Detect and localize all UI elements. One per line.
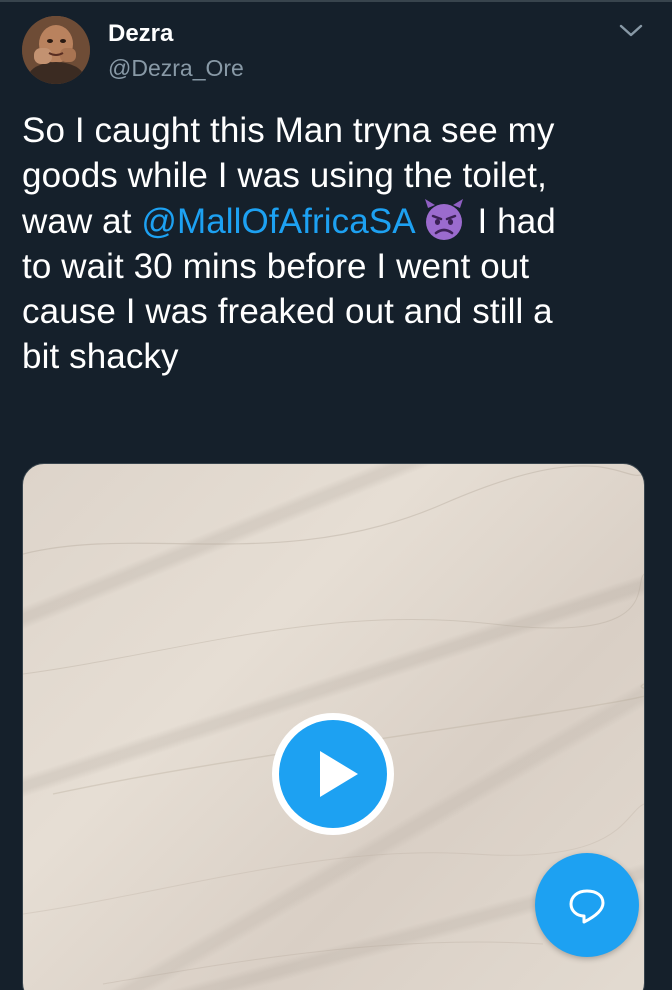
play-icon[interactable] — [270, 711, 396, 837]
author-name[interactable]: Dezra — [108, 20, 173, 48]
tweet-line: So I caught this Man tryna see my — [22, 111, 555, 150]
tweet-line-text: I had — [467, 202, 556, 241]
angry-devil-emoji — [422, 198, 466, 242]
avatar-image — [22, 16, 90, 84]
mention-link[interactable]: @MallOfAfricaSA — [141, 202, 415, 241]
tweet-line-text: waw at — [22, 202, 142, 241]
tweet-line: to wait 30 mins before I went out — [22, 247, 530, 286]
tweet-text: So I caught this Man tryna see my goods … — [22, 108, 650, 379]
tweet-line: waw at @MallOfAfricaSA I had — [22, 198, 650, 244]
top-divider — [0, 0, 672, 2]
author-handle[interactable]: @Dezra_Ore — [108, 55, 244, 82]
reply-fab-button[interactable] — [535, 853, 639, 957]
avatar[interactable] — [22, 16, 90, 84]
tweet-line: cause I was freaked out and still a — [22, 292, 553, 331]
chat-bubble-icon — [569, 889, 605, 924]
tweet-line: goods while I was using the toilet, — [22, 156, 547, 195]
tweet-line: bit shacky — [22, 337, 179, 376]
chevron-down-icon[interactable] — [618, 20, 644, 40]
